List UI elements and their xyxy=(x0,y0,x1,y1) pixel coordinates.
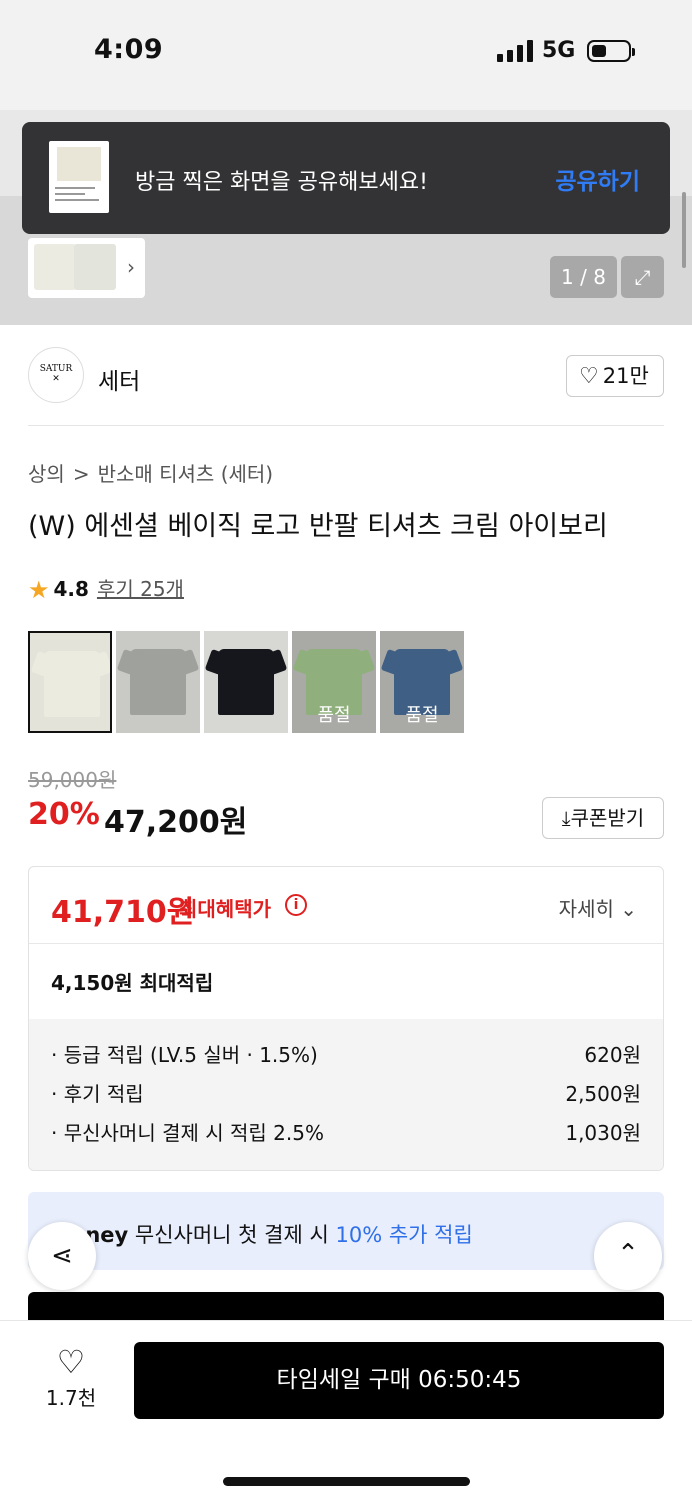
money-highlight: 10% 추가 적립 xyxy=(335,1223,473,1247)
brand-logo[interactable]: SATUR ✕ xyxy=(28,347,84,403)
points-row-amount: 2,500원 xyxy=(565,1082,641,1106)
share-icon: ⋖ xyxy=(51,1241,73,1271)
toast-message: 방금 찍은 화면을 공유해보세요! xyxy=(135,170,428,195)
wishlist-count: 1.7천 xyxy=(45,1386,97,1410)
product-title: (W) 에센셜 베이직 로고 반팔 티셔츠 크림 아이보리 xyxy=(28,511,608,542)
points-summary: 4,150원 최대적립 xyxy=(51,971,214,995)
scroll-top-button[interactable]: ⌃ xyxy=(594,1222,662,1290)
benefit-detail-toggle[interactable]: 자세히 ⌄ xyxy=(559,893,637,922)
gallery-thumbnail-strip[interactable]: › xyxy=(28,238,145,298)
points-breakdown: · 등급 적립 (LV.5 실버 · 1.5%) 620원 · 후기 적립 2,500… xyxy=(29,1019,663,1170)
status-bar: 4:09 5G xyxy=(0,0,692,110)
benefit-box: 41,710원 최대혜택가 i 자세히 ⌄ 4,150원 최대적립 · 등급 적… xyxy=(28,866,664,1171)
color-option[interactable] xyxy=(116,631,200,733)
product-page: { "status_bar": { "time": "4:09", "netwo… xyxy=(0,0,692,1500)
share-screenshot-toast: 방금 찍은 화면을 공유해보세요! 공유하기 xyxy=(22,122,670,234)
buy-button[interactable]: 타임세일 구매 06:50:45 xyxy=(134,1342,664,1419)
sale-price: 47,200원 xyxy=(104,805,248,840)
color-option[interactable]: 품절 xyxy=(380,631,464,733)
scrollbar[interactable] xyxy=(682,192,686,268)
points-row-label: · 후기 적립 xyxy=(51,1082,144,1106)
status-time: 4:09 xyxy=(94,34,164,65)
brand-like-button[interactable]: ♡ 21만 xyxy=(566,355,664,397)
chevron-up-icon: ⌃ xyxy=(617,1239,639,1269)
color-option[interactable] xyxy=(28,631,112,733)
tshirt-image xyxy=(218,649,274,715)
cellular-signal-icon xyxy=(497,40,533,62)
wishlist-button[interactable]: ♡ 1.7천 xyxy=(36,1342,106,1411)
soldout-label: 품절 xyxy=(317,705,351,726)
network-type: 5G xyxy=(542,38,576,63)
points-row: · 등급 적립 (LV.5 실버 · 1.5%) 620원 xyxy=(51,1039,641,1078)
tshirt-image xyxy=(44,651,100,717)
coupon-button[interactable]: ⤓쿠폰받기 xyxy=(542,797,664,839)
expand-icon[interactable]: ⤢ xyxy=(621,256,664,298)
points-row-amount: 1,030원 xyxy=(565,1121,641,1145)
breadcrumb-subcategory[interactable]: 반소매 티셔츠 (세터) xyxy=(98,462,274,486)
brand-like-count: 21만 xyxy=(602,364,649,388)
brand-name[interactable]: 세터 xyxy=(98,362,140,396)
points-row-amount: 620원 xyxy=(584,1043,641,1067)
chevron-right-icon: › xyxy=(127,255,135,279)
points-row-label: · 무신사머니 결제 시 적립 2.5% xyxy=(51,1121,324,1145)
share-button[interactable]: ⋖ xyxy=(28,1222,96,1290)
max-benefit-price: 41,710원 xyxy=(51,895,195,930)
battery-icon xyxy=(587,40,635,62)
max-benefit-label: 최대혜택가 xyxy=(179,897,271,921)
soldout-label: 품절 xyxy=(405,705,439,726)
rating-score: 4.8 xyxy=(53,577,89,601)
heart-icon: ♡ xyxy=(56,1343,86,1381)
musinsa-money-banner[interactable]: Money 무신사머니 첫 결제 시 10% 추가 적립 xyxy=(28,1192,664,1270)
reviews-link[interactable]: 후기 25개 xyxy=(97,577,184,601)
star-icon: ★ xyxy=(28,576,50,604)
discount-rate: 20% xyxy=(28,797,100,832)
original-price: 59,000원 xyxy=(28,768,117,792)
gallery-pager: 1 / 8 xyxy=(550,256,617,298)
download-icon: ⤓ xyxy=(561,806,571,830)
benefit-header[interactable]: 41,710원 최대혜택가 i 자세히 ⌄ xyxy=(29,867,663,944)
color-option[interactable]: 품절 xyxy=(292,631,376,733)
breadcrumb-separator: > xyxy=(72,462,90,486)
color-option[interactable] xyxy=(204,631,288,733)
toast-share-button[interactable]: 공유하기 xyxy=(555,162,640,196)
tshirt-image xyxy=(130,649,186,715)
breadcrumb-category[interactable]: 상의 xyxy=(28,462,65,486)
heart-icon: ♡ xyxy=(579,364,599,389)
chevron-down-icon: ⌄ xyxy=(620,897,637,921)
points-row: · 후기 적립 2,500원 xyxy=(51,1078,641,1117)
divider xyxy=(28,425,664,426)
points-row: · 무신사머니 결제 시 적립 2.5% 1,030원 xyxy=(51,1117,641,1156)
screenshot-thumbnail xyxy=(49,141,109,213)
money-text: 무신사머니 첫 결제 시 xyxy=(134,1223,329,1247)
points-row-label: · 등급 적립 (LV.5 실버 · 1.5%) xyxy=(51,1043,318,1067)
home-indicator[interactable] xyxy=(223,1477,470,1486)
rating: ★ 4.8 후기 25개 xyxy=(28,573,184,604)
breadcrumb: 상의 > 반소매 티셔츠 (세터) xyxy=(28,458,273,487)
info-icon[interactable]: i xyxy=(285,894,307,916)
